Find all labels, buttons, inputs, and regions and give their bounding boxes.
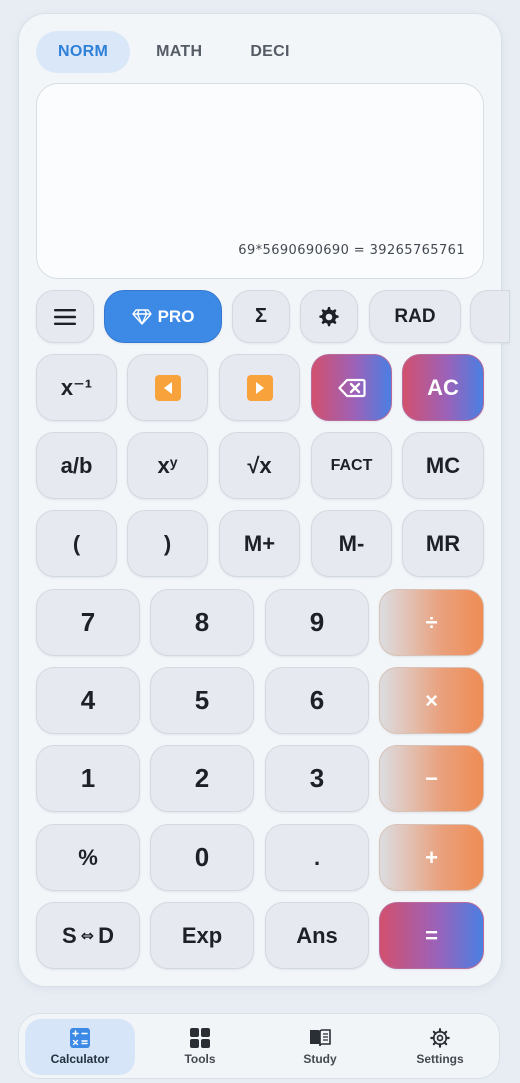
gear-icon [319,306,339,326]
book-icon [310,1029,331,1047]
multiply-button[interactable]: × [379,667,484,734]
power-button[interactable]: xy [127,432,208,499]
digit-2-button[interactable]: 2 [150,745,254,812]
all-clear-button[interactable]: AC [402,354,484,421]
bottom-navigation: Calculator Tools Study Settings [18,1013,500,1079]
nav-calculator-label: Calculator [50,1052,110,1066]
subtract-button[interactable]: − [379,745,484,812]
nav-tools[interactable]: Tools [145,1019,255,1075]
gear-icon [430,1028,450,1048]
nav-calculator[interactable]: Calculator [25,1019,135,1075]
sd-toggle-button[interactable]: S ⇔ D [36,902,140,969]
nav-study[interactable]: Study [265,1019,375,1075]
digit-1-button[interactable]: 1 [36,745,140,812]
memory-minus-button[interactable]: M- [311,510,392,577]
sd-d-label: D [98,922,114,948]
divide-button[interactable]: ÷ [379,589,484,656]
equals-button[interactable]: = [379,902,484,969]
tab-norm[interactable]: NORM [36,31,131,73]
sqrt-button[interactable]: √x [219,432,300,499]
angle-mode-button[interactable]: RAD [369,290,461,343]
nav-settings[interactable]: Settings [385,1019,495,1075]
cursor-right-button[interactable] [219,354,300,421]
memory-plus-button[interactable]: M+ [219,510,300,577]
memory-recall-button[interactable]: MR [402,510,484,577]
nav-study-label: Study [303,1052,337,1066]
digit-4-button[interactable]: 4 [36,667,140,734]
add-button[interactable]: + [379,824,484,891]
fraction-button[interactable]: a/b [36,432,117,499]
mode-tabs: NORM MATH DECI [36,31,316,73]
tab-deci[interactable]: DECI [228,31,311,73]
answer-button[interactable]: Ans [265,902,369,969]
power-exponent: y [169,453,178,470]
hamburger-menu-icon [54,308,76,325]
calculator-icon [70,1028,90,1048]
sigma-button[interactable]: Σ [232,290,290,343]
digit-8-button[interactable]: 8 [150,589,254,656]
nav-settings-label: Settings [416,1052,464,1066]
menu-button[interactable] [36,290,94,343]
tab-math[interactable]: MATH [134,31,224,73]
open-paren-button[interactable]: ( [36,510,117,577]
expression-text: 69*5690690690 = 39265765761 [238,243,465,258]
exponent-button[interactable]: Exp [150,902,254,969]
backspace-icon [337,378,366,397]
left-arrow-icon [154,374,181,401]
toolbar-overflow-button[interactable] [470,290,510,343]
power-base: x [157,452,170,478]
digit-9-button[interactable]: 9 [265,589,369,656]
nav-tools-label: Tools [184,1052,216,1066]
memory-clear-button[interactable]: MC [402,432,484,499]
pro-button[interactable]: PRO [104,290,222,343]
sd-s-label: S [62,922,77,948]
settings-button[interactable] [300,290,358,343]
digit-0-button[interactable]: 0 [150,824,254,891]
decimal-button[interactable]: . [265,824,369,891]
pro-label: PRO [157,306,195,326]
backspace-button[interactable] [311,354,392,421]
display-screen[interactable]: 69*5690690690 = 39265765761 [36,83,484,279]
close-paren-button[interactable]: ) [127,510,208,577]
percent-button[interactable]: % [36,824,140,891]
digit-6-button[interactable]: 6 [265,667,369,734]
factorial-button[interactable]: FACT [311,432,392,499]
digit-3-button[interactable]: 3 [265,745,369,812]
diamond-icon [131,308,152,325]
grid-icon [190,1028,210,1048]
cursor-left-button[interactable] [127,354,208,421]
sd-arrow-icon: ⇔ [80,926,95,945]
inverse-button[interactable]: x⁻¹ [36,354,117,421]
digit-7-button[interactable]: 7 [36,589,140,656]
right-arrow-icon [246,374,273,401]
digit-5-button[interactable]: 5 [150,667,254,734]
